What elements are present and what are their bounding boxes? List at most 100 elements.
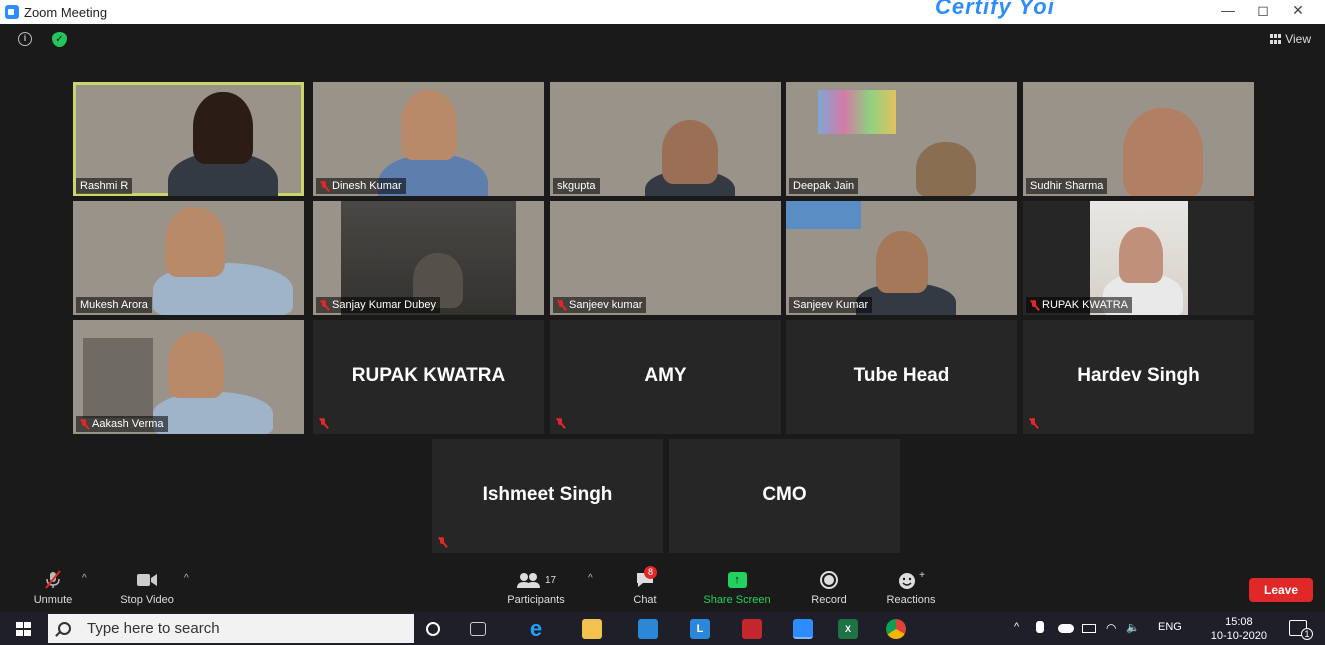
share-screen-button[interactable]: ↑ Share Screen	[698, 569, 776, 606]
participant-head	[1119, 227, 1163, 283]
participants-icon	[516, 573, 540, 588]
reactions-smiley-icon	[899, 573, 916, 589]
participant-figure	[153, 392, 273, 434]
meeting-toolbar: Unmute ^ Stop Video ^ 17 Participants ^ …	[0, 565, 1325, 612]
taskbar-clock[interactable]: 15:08 10-10-2020	[1211, 615, 1267, 643]
video-tile[interactable]: Mukesh Arora	[73, 201, 304, 315]
wifi-icon[interactable]: ◠	[1106, 621, 1116, 635]
chat-unread-badge: 8	[644, 566, 658, 579]
task-view-icon[interactable]	[470, 622, 486, 636]
participant-name-label: RUPAK KWATRA	[1026, 297, 1132, 313]
onedrive-cloud-icon[interactable]	[1058, 624, 1074, 633]
participant-name-label: Dinesh Kumar	[316, 178, 406, 194]
zoom-logo-icon	[5, 5, 19, 19]
participant-name-label: Rashmi R	[76, 178, 133, 194]
taskbar-search-input[interactable]	[87, 620, 387, 637]
file-explorer-icon[interactable]	[582, 619, 602, 639]
unmute-button[interactable]: Unmute	[30, 569, 76, 606]
chat-button[interactable]: 8 Chat	[626, 566, 664, 606]
view-button[interactable]: View	[1270, 32, 1311, 46]
video-tile[interactable]: Deepak Jain	[786, 82, 1017, 196]
security-shield-icon[interactable]: ✓	[52, 32, 67, 47]
participant-name-label: skgupta	[553, 178, 600, 194]
leave-button[interactable]: Leave	[1249, 578, 1313, 602]
video-tile[interactable]: Aakash Verma	[73, 320, 304, 434]
video-tile[interactable]: Sudhir Sharma	[1023, 82, 1254, 196]
meeting-info-icon[interactable]: i	[18, 32, 32, 46]
participants-options-caret[interactable]: ^	[588, 573, 593, 584]
video-options-caret[interactable]: ^	[184, 573, 189, 584]
overlay-watermark-text: Certify Yoi	[935, 0, 1055, 19]
participant-name: Tube Head	[853, 365, 950, 386]
wall-window	[786, 201, 861, 229]
record-button[interactable]: Record	[806, 569, 852, 606]
participant-tile-no-video[interactable]: Ishmeet Singh	[432, 439, 663, 553]
windows-taskbar: e L X ^ ◠ 🔈 ENG 15:08 10-10-2020 1	[0, 612, 1325, 645]
video-tile[interactable]: Sanjeev kumar	[550, 201, 781, 315]
participant-name: CMO	[762, 484, 807, 505]
participant-name: Hardev Singh	[1077, 365, 1200, 386]
excel-icon[interactable]: X	[838, 619, 858, 639]
participant-head	[401, 90, 457, 160]
video-tile[interactable]: Rashmi R	[73, 82, 304, 196]
restore-button[interactable]: ◻	[1248, 2, 1278, 22]
video-tile[interactable]: Dinesh Kumar	[313, 82, 544, 196]
mail-icon[interactable]	[638, 619, 658, 639]
grid-view-icon	[1270, 34, 1282, 44]
mcafee-icon[interactable]	[742, 619, 762, 639]
participants-button[interactable]: 17 Participants	[500, 569, 572, 606]
minimize-button[interactable]: —	[1213, 2, 1243, 22]
participant-name: Ishmeet Singh	[482, 484, 613, 505]
volume-icon[interactable]: 🔈	[1126, 621, 1140, 634]
participant-figure	[1123, 108, 1203, 196]
participant-figure	[916, 142, 976, 196]
participant-name-label: Sudhir Sharma	[1026, 178, 1108, 194]
participant-head	[662, 120, 718, 184]
muted-mic-icon	[1029, 418, 1038, 429]
video-tile[interactable]: RUPAK KWATRA	[1023, 201, 1254, 315]
video-tile[interactable]: skgupta	[550, 82, 781, 196]
chrome-icon[interactable]	[886, 619, 906, 639]
participant-tile-no-video[interactable]: CMO	[669, 439, 900, 553]
participant-tile-no-video[interactable]: AMY	[550, 320, 781, 434]
muted-mic-icon	[556, 418, 565, 429]
share-screen-label: Share Screen	[703, 594, 771, 606]
app-l-icon[interactable]: L	[690, 619, 710, 639]
microphone-tray-icon[interactable]	[1036, 621, 1044, 633]
reactions-plus: +	[919, 569, 925, 581]
reactions-button[interactable]: + Reactions	[882, 569, 940, 607]
language-indicator[interactable]: ENG	[1158, 621, 1182, 633]
video-tile[interactable]: Sanjeev Kumar	[786, 201, 1017, 315]
meeting-area: i ✓ View Rashmi R Dinesh Kumar skgupta D…	[0, 24, 1325, 565]
participant-name-label: Aakash Verma	[76, 416, 168, 432]
close-button[interactable]: ✕	[1283, 2, 1313, 22]
participant-name: AMY	[644, 365, 687, 386]
participant-name-label: Deepak Jain	[789, 178, 859, 194]
stop-video-button[interactable]: Stop Video	[112, 569, 182, 606]
notification-count-badge: 1	[1301, 628, 1313, 640]
participants-label: Participants	[507, 594, 565, 606]
title-bar: Zoom Meeting Certify Yoi — ◻ ✕	[0, 0, 1325, 24]
clock-date: 10-10-2020	[1210, 630, 1267, 642]
edge-browser-icon[interactable]: e	[526, 618, 546, 640]
record-icon	[820, 571, 838, 589]
participant-tile-no-video[interactable]: Tube Head	[786, 320, 1017, 434]
muted-mic-icon	[320, 299, 329, 311]
participant-tile-no-video[interactable]: RUPAK KWATRA	[313, 320, 544, 434]
participant-tile-no-video[interactable]: Hardev Singh	[1023, 320, 1254, 434]
battery-icon[interactable]	[1082, 624, 1096, 633]
unmute-label: Unmute	[33, 594, 73, 606]
muted-mic-icon	[319, 418, 328, 429]
zoom-taskbar-icon[interactable]	[793, 619, 813, 639]
video-tile[interactable]: Sanjay Kumar Dubey	[313, 201, 544, 315]
record-label: Record	[811, 594, 847, 606]
muted-mic-icon	[1030, 299, 1039, 311]
muted-mic-icon	[320, 180, 329, 192]
tray-overflow-caret[interactable]: ^	[1014, 621, 1019, 633]
audio-options-caret[interactable]: ^	[82, 573, 87, 584]
view-label: View	[1285, 32, 1311, 46]
taskbar-search-box[interactable]	[48, 614, 414, 643]
windows-start-icon[interactable]	[16, 622, 31, 636]
share-screen-arrow-icon: ↑	[727, 572, 747, 588]
cortana-icon[interactable]	[426, 622, 440, 636]
